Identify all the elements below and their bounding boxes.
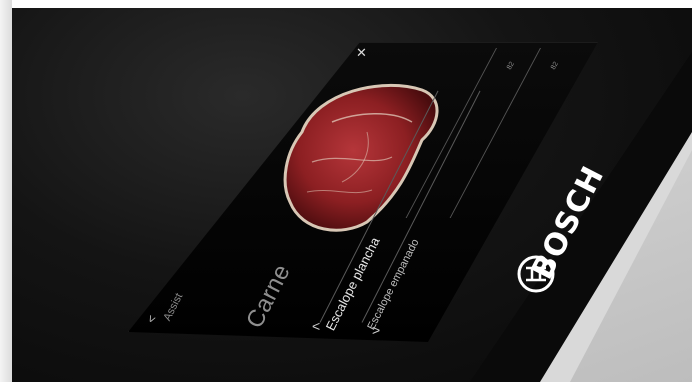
close-icon[interactable]: ✕ [356, 45, 367, 61]
chevron-left-icon[interactable]: < [312, 318, 320, 334]
left-edge [0, 0, 12, 382]
top-edge [0, 0, 692, 8]
chevron-right-icon[interactable]: > [372, 322, 380, 338]
